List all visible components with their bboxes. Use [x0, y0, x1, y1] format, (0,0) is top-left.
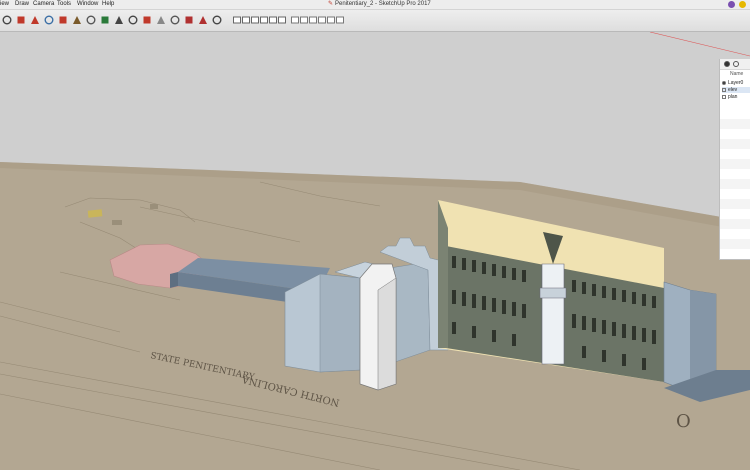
remove-layer-icon[interactable] — [733, 61, 739, 67]
layer-name: Layer0 — [728, 80, 744, 86]
dimension-icon[interactable] — [114, 15, 124, 25]
layer-radio[interactable] — [722, 94, 726, 99]
protractor-icon[interactable] — [100, 15, 110, 25]
photo-tower — [541, 263, 565, 365]
lightbulb-icon[interactable] — [739, 1, 746, 8]
map-yellow-block — [87, 209, 103, 218]
menu-view[interactable]: iew — [0, 0, 9, 9]
map-corner-letter: O — [676, 411, 691, 432]
layer-row[interactable]: plan — [722, 94, 750, 100]
left-view-icon[interactable] — [277, 15, 287, 25]
scale-icon[interactable] — [30, 15, 40, 25]
extension-icon[interactable] — [728, 1, 735, 8]
layers-panel-header — [720, 59, 750, 70]
active-layer-radio[interactable] — [722, 80, 726, 85]
menu-window[interactable]: Window — [77, 0, 98, 9]
layer-name: plan — [728, 94, 738, 100]
axes-icon[interactable] — [142, 15, 152, 25]
layer-row[interactable]: Layer0 — [722, 80, 750, 86]
zoom-extents-icon[interactable] — [170, 15, 180, 25]
menu-camera[interactable]: Camera — [33, 0, 54, 9]
monochrome-icon[interactable] — [335, 15, 345, 25]
menu-draw[interactable]: Draw — [15, 0, 29, 9]
menu-bar: iew Draw Camera Tools Window Help ✎ Penit… — [0, 0, 750, 10]
3d-warehouse-icon[interactable] — [184, 15, 194, 25]
layers-column-name: Name — [730, 71, 744, 77]
modeling-viewport[interactable]: STATE PENITENTIARY NORTH CAROLINA O — [0, 32, 750, 470]
window-title: ✎ Penitentiary_2 - SketchUp Pro 2017 — [328, 1, 431, 7]
tape-measure-icon[interactable] — [86, 15, 96, 25]
scene[interactable]: STATE PENITENTIARY NORTH CAROLINA O — [0, 32, 750, 470]
layers-panel: Name Layer0 elev plan — [719, 59, 750, 260]
main-toolbar — [0, 10, 750, 32]
menu-tools[interactable]: Tools — [57, 0, 71, 9]
follow-me-icon[interactable] — [58, 15, 68, 25]
section-plane-icon[interactable] — [156, 15, 166, 25]
rotate-icon[interactable] — [16, 15, 26, 25]
layer-row[interactable]: elev — [722, 87, 750, 93]
layer-radio[interactable] — [722, 87, 726, 92]
offset-icon[interactable] — [72, 15, 82, 25]
text-icon[interactable] — [128, 15, 138, 25]
add-layer-icon[interactable] — [724, 61, 730, 67]
document-icon: ✎ — [328, 1, 334, 7]
move-icon[interactable] — [2, 15, 12, 25]
components-icon[interactable] — [212, 15, 222, 25]
extension-warehouse-icon[interactable] — [198, 15, 208, 25]
menubar-status-icons — [728, 1, 746, 8]
layer-name: elev — [728, 87, 738, 93]
menu-help[interactable]: Help — [102, 0, 114, 9]
push-pull-icon[interactable] — [44, 15, 54, 25]
